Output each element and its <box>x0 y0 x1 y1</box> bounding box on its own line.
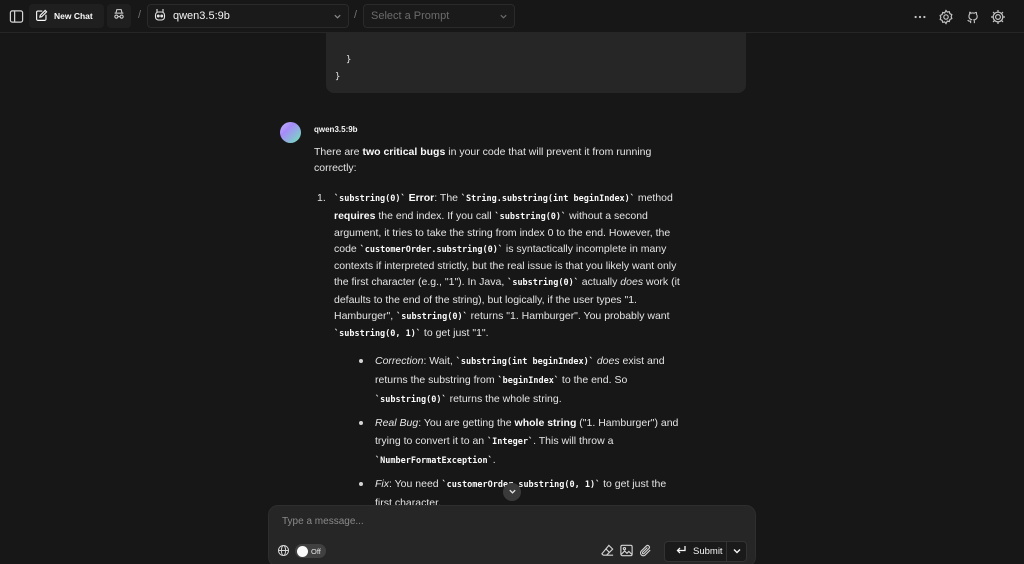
toggle-knob <box>297 545 308 557</box>
numbered-list: 1. `substring(0)` Error: The `String.sub… <box>314 190 684 512</box>
submit-options-button[interactable] <box>727 542 746 561</box>
more-icon[interactable] <box>908 5 932 29</box>
chevron-down-icon <box>508 483 517 501</box>
message-input[interactable]: Type a message... <box>282 516 364 527</box>
list-item: Real Bug: You are getting the whole stri… <box>355 414 684 470</box>
enter-icon <box>675 544 687 559</box>
chevron-down-icon <box>499 12 508 24</box>
incognito-button[interactable] <box>107 4 131 28</box>
submit-button-group: Submit <box>664 541 747 562</box>
web-search-toggle[interactable]: Off <box>295 544 326 558</box>
chevron-down-icon <box>333 12 342 24</box>
image-icon[interactable] <box>619 543 634 563</box>
robot-icon <box>154 8 166 25</box>
code-line: } <box>335 72 341 82</box>
header-actions <box>908 5 1010 29</box>
top-bar: New Chat / qwen3.5:9b / Select a Prompt <box>0 0 1024 33</box>
model-selector-value: qwen3.5:9b <box>173 10 230 22</box>
submit-label: Submit <box>693 546 723 557</box>
new-chat-button[interactable]: New Chat <box>29 4 104 28</box>
code-block: } } <box>326 33 746 93</box>
model-selector[interactable]: qwen3.5:9b <box>147 4 349 28</box>
incognito-icon <box>112 7 126 26</box>
sidebar-toggle-icon[interactable] <box>4 4 28 28</box>
settings-icon[interactable] <box>934 5 958 29</box>
github-icon[interactable] <box>960 5 984 29</box>
list-item: Correction: Wait, `substring(int beginIn… <box>355 352 684 409</box>
avatar <box>280 122 301 143</box>
edit-icon <box>35 9 48 24</box>
code-line: } <box>346 55 352 65</box>
chevron-down-icon <box>732 543 742 561</box>
eraser-icon[interactable] <box>600 543 615 563</box>
message-intro: There are two critical bugs in your code… <box>314 146 652 175</box>
globe-icon[interactable] <box>277 544 290 562</box>
list-item: 1. `substring(0)` Error: The `String.sub… <box>314 190 684 512</box>
prompt-selector[interactable]: Select a Prompt <box>363 4 515 28</box>
message-composer: Type a message... Off Submit <box>268 505 756 564</box>
assistant-message: There are two critical bugs in your code… <box>314 144 684 517</box>
message-model-name: qwen3.5:9b <box>314 125 358 134</box>
toggle-label: Off <box>311 546 321 556</box>
breadcrumb-separator: / <box>354 9 358 21</box>
new-chat-label: New Chat <box>54 11 93 21</box>
composer-tools <box>600 543 653 563</box>
prompt-selector-placeholder: Select a Prompt <box>371 10 450 22</box>
breadcrumb-separator: / <box>138 9 142 21</box>
paperclip-icon[interactable] <box>638 543 653 563</box>
submit-button[interactable]: Submit <box>665 542 727 561</box>
gear-icon[interactable] <box>986 5 1010 29</box>
scroll-to-bottom-button[interactable] <box>503 483 521 501</box>
